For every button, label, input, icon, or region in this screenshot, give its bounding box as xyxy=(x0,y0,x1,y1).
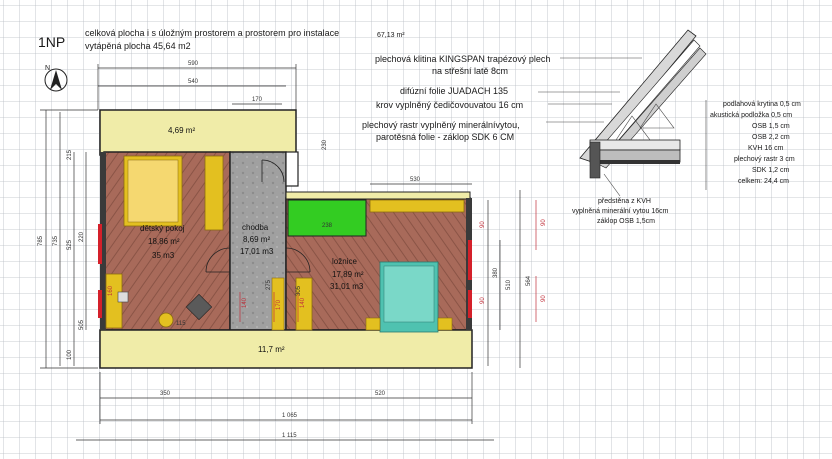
hall-volume: 17,01 m3 xyxy=(240,247,274,256)
dim-bottom-520: 520 xyxy=(375,391,386,397)
dim-top-170: 170 xyxy=(252,97,263,103)
dim-misc-305: 305 xyxy=(296,285,302,296)
total-area-value: 67,13 m² xyxy=(377,32,405,39)
svg-text:N: N xyxy=(45,65,50,72)
dim-window-1: 140 xyxy=(242,297,248,308)
storage-top-area: 4,69 m² xyxy=(168,126,195,135)
kids-room-volume: 35 m3 xyxy=(152,251,175,260)
dim-misc-160: 160 xyxy=(108,285,114,296)
storage-bottom-area: 11,7 m² xyxy=(258,345,285,354)
dim-left-220: 220 xyxy=(79,231,85,242)
floor-layer-5: KVH 16 cm xyxy=(748,145,784,152)
floor-layer-4: OSB 2,2 cm xyxy=(752,134,790,141)
green-box-label: 238 xyxy=(322,223,333,229)
floor-plan: 1NP celková plocha i s úložným prostorem… xyxy=(0,0,832,459)
dim-misc-115: 115 xyxy=(176,321,186,327)
bedroom-area: 17,89 m² xyxy=(332,270,364,279)
dim-top-530: 530 xyxy=(410,177,421,183)
dim-top-230: 230 xyxy=(322,139,328,150)
dim-right-90c: 90 xyxy=(480,221,486,228)
dim-window-2: 170 xyxy=(276,299,282,310)
roof-layer-3: difúzní folie JUADACH 135 xyxy=(400,86,508,96)
dim-left-525: 525 xyxy=(67,239,73,250)
hall-name: chodba xyxy=(242,223,269,232)
floor-layer-7: SDK 1,2 cm xyxy=(752,167,790,174)
dim-left-785: 785 xyxy=(38,235,44,246)
floor-layer-3: OSB 1,5 cm xyxy=(752,123,790,130)
roof-layer-1: plechová klitina KINGSPAN trapézový plec… xyxy=(375,54,550,64)
kids-room-area: 18,86 m² xyxy=(148,237,180,246)
floor-layer-8: celkem: 24,4 cm xyxy=(738,178,789,185)
bedroom-name: ložnice xyxy=(332,257,357,266)
heated-area-text: vytápěná plocha 45,64 m2 xyxy=(85,41,191,51)
total-area-text: celková plocha i s úložným prostorem a p… xyxy=(85,28,339,38)
dim-left-735: 735 xyxy=(53,235,59,246)
dim-left-215: 215 xyxy=(67,149,73,160)
dim-misc-275: 275 xyxy=(266,279,272,290)
dim-bottom-1065: 1 065 xyxy=(282,413,298,419)
roof-layer-2: na střešní latě 8cm xyxy=(432,66,508,76)
bedroom-volume: 31,01 m3 xyxy=(330,282,364,291)
storage-top xyxy=(99,109,297,156)
wall-layer-3: záklop OSB 1,5cm xyxy=(597,218,655,225)
dim-right-564: 564 xyxy=(526,275,532,286)
dim-right-90d: 90 xyxy=(480,297,486,304)
wall-layer-1: předstěna z KVH xyxy=(598,198,651,205)
dim-right-380: 380 xyxy=(493,267,499,278)
floor-layer-1: podlahová krytina 0,5 cm xyxy=(723,101,801,108)
green-box xyxy=(287,199,367,237)
dim-left-505: 505 xyxy=(79,319,85,330)
kids-room-name: dětský pokoj xyxy=(140,224,185,233)
dim-left-100: 100 xyxy=(67,349,73,360)
dim-top-540: 540 xyxy=(188,79,199,85)
storage-bottom xyxy=(99,329,473,369)
dim-right-510: 510 xyxy=(506,279,512,290)
roof-layer-6: parotěsná folie - záklop SDK 6 CM xyxy=(376,132,514,142)
kids-stool xyxy=(158,312,174,328)
dim-bottom-1115: 1 115 xyxy=(282,433,297,439)
floor-layer-6: plechový rastr 3 cm xyxy=(734,156,795,163)
roof-layer-5: plechový rastr vyplněný minerálnívytou, xyxy=(362,120,520,130)
roof-layer-4: krov vyplněný čedičovouvatou 16 cm xyxy=(376,100,523,110)
dim-top-590: 590 xyxy=(188,61,199,67)
kids-wardrobe xyxy=(204,155,224,231)
hall-area: 8,69 m² xyxy=(243,235,270,244)
dim-bottom-350: 350 xyxy=(160,391,171,397)
wall-layer-2: vyplněná minerální vytou 16cm xyxy=(572,208,669,215)
dim-window-3: 140 xyxy=(300,297,306,308)
bedroom-shelf xyxy=(369,199,465,213)
floor-label: 1NP xyxy=(38,34,65,50)
dim-right-90b: 90 xyxy=(541,295,547,302)
floor-layer-2: akustická podložka 0,5 cm xyxy=(710,112,792,119)
dim-right-90a: 90 xyxy=(541,219,547,226)
